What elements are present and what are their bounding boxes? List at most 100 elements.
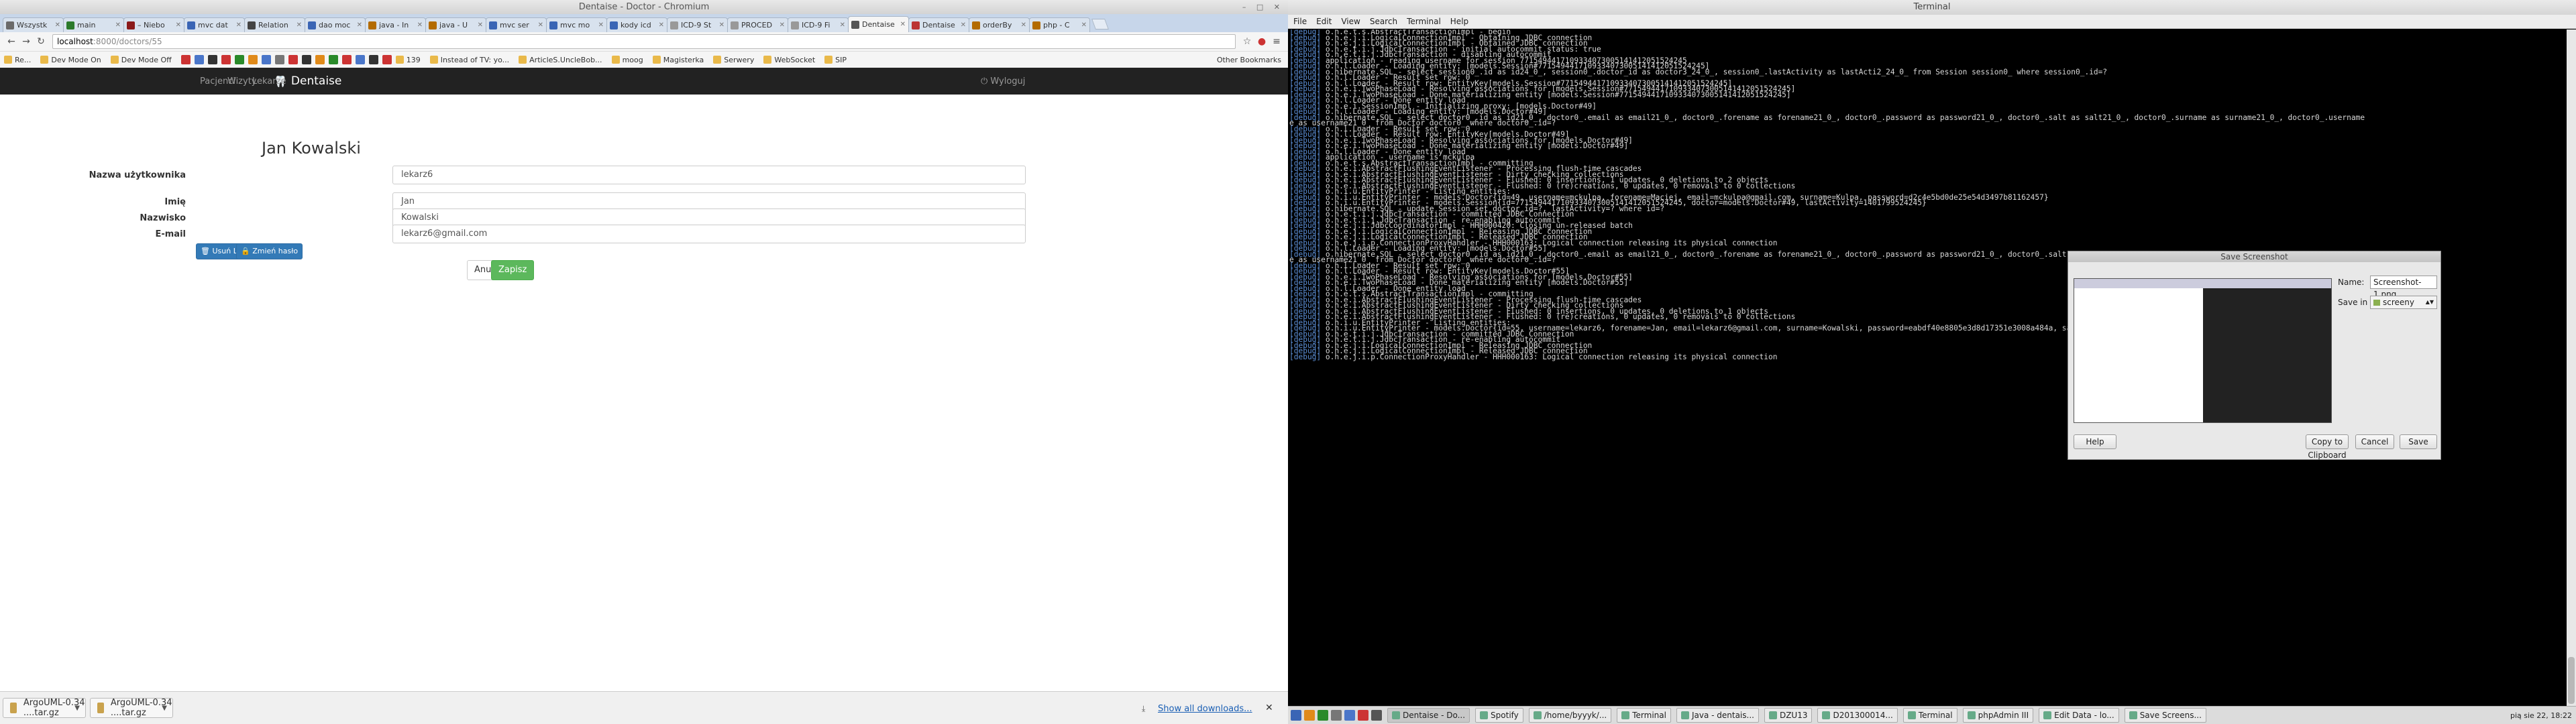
browser-tab[interactable]: Dentaise ✕ (848, 16, 909, 32)
bookmark-favicon-icon[interactable] (288, 55, 298, 64)
browser-tab[interactable]: orderBy ✕ (969, 17, 1030, 32)
quicklaunch-icon[interactable] (1304, 710, 1315, 721)
taskbar-task[interactable]: phpAdmin III (1962, 708, 2034, 723)
bookmark-item[interactable]: SIP (824, 56, 847, 64)
close-icon[interactable]: ✕ (719, 21, 724, 29)
taskbar-task[interactable]: Java - dentais... (1676, 708, 1759, 723)
bookmark-item[interactable]: Re... (4, 56, 31, 64)
close-icon[interactable]: ✕ (840, 21, 845, 29)
close-icon[interactable]: ✕ (961, 21, 966, 29)
folder-select[interactable]: screeny ▲▼ (2370, 296, 2437, 309)
quicklaunch-icon[interactable] (1344, 710, 1355, 721)
download-item[interactable]: ArgoUML-0.34 ....tar.gz ▼ (90, 698, 173, 718)
save-button[interactable]: Zapisz (491, 260, 535, 280)
download-item[interactable]: ArgoUML-0.34 ....tar.gz ▼ (3, 698, 86, 718)
bookmark-item[interactable]: WebSocket (763, 56, 815, 64)
new-tab-button[interactable] (1091, 19, 1109, 29)
show-all-downloads-link[interactable]: Show all downloads... (1158, 704, 1252, 714)
logout-link[interactable]: ⏻ Wyloguj (981, 76, 1025, 86)
adblock-icon[interactable]: ● (1254, 36, 1269, 47)
clock[interactable]: pią sie 22, 18:22 (2510, 711, 2572, 720)
terminal-menu-item[interactable]: View (1341, 17, 1360, 26)
bookmark-favicon-icon[interactable] (221, 55, 231, 64)
menu-icon[interactable]: ≡ (1269, 36, 1284, 47)
taskbar-task[interactable]: Edit Data - lo... (2039, 708, 2119, 723)
browser-tab[interactable]: kody icd ✕ (606, 17, 667, 32)
reload-icon[interactable]: ↻ (34, 36, 48, 47)
chevron-down-icon[interactable]: ▼ (162, 705, 167, 712)
close-icon[interactable]: ✕ (780, 21, 785, 29)
browser-tab[interactable]: java - U ✕ (425, 17, 486, 32)
close-icon[interactable]: ✕ (417, 21, 423, 29)
forward-icon[interactable]: → (19, 36, 34, 47)
close-icon[interactable]: ✕ (478, 21, 483, 29)
close-icon[interactable]: ✕ (1021, 21, 1026, 29)
bookmark-favicon-icon[interactable] (328, 55, 338, 64)
close-icon[interactable]: ✕ (115, 21, 121, 29)
taskbar-task[interactable]: DZU13 (1764, 708, 1813, 723)
taskbar-task[interactable]: Spotify (1475, 708, 1523, 723)
bookmark-favicon-icon[interactable] (194, 55, 204, 64)
quicklaunch-icon[interactable] (1291, 710, 1301, 721)
bookmark-favicon-icon[interactable] (234, 55, 244, 64)
bookmark-item[interactable]: Serwery (713, 56, 754, 64)
taskbar-task[interactable]: D201300014... (1817, 708, 1898, 723)
star-icon[interactable]: ☆ (1240, 36, 1254, 47)
bookmark-item[interactable]: 139 (395, 56, 421, 64)
terminal-menu-item[interactable]: Edit (1316, 17, 1332, 26)
bookmark-favicon-icon[interactable] (341, 55, 352, 64)
change-password-button[interactable]: 🔒 Zmień hasło (236, 243, 303, 259)
browser-tab[interactable]: mvc ser ✕ (486, 17, 547, 32)
nav-doctors[interactable]: Lekarze (252, 76, 286, 86)
quicklaunch-icon[interactable] (1358, 710, 1368, 721)
browser-tab[interactable]: ICD-9 St ✕ (667, 17, 728, 32)
terminal-menu-item[interactable]: Search (1370, 17, 1397, 26)
username-input[interactable]: lekarz6 (392, 166, 1026, 184)
bookmark-favicon-icon[interactable] (248, 55, 258, 64)
browser-tab[interactable]: main ✕ (63, 17, 124, 32)
email-input[interactable]: lekarz6@gmail.com (392, 225, 1026, 243)
chevron-down-icon[interactable]: ▼ (74, 705, 80, 712)
save-button[interactable]: Save (2400, 434, 2437, 449)
address-bar[interactable]: localhost:8000/doctors/55 (52, 34, 1236, 49)
bookmark-favicon-icon[interactable] (180, 55, 191, 64)
close-icon[interactable]: ✕ (538, 21, 543, 29)
taskbar-task[interactable]: Terminal (1617, 708, 1671, 723)
bookmark-item[interactable]: Magisterka (652, 56, 704, 64)
bookmark-item[interactable]: moog (611, 56, 643, 64)
close-icon[interactable]: ✕ (1265, 703, 1273, 713)
bookmark-item[interactable]: ArticleS.UncleBob... (519, 56, 602, 64)
close-icon[interactable]: ✕ (1081, 21, 1087, 29)
taskbar-task[interactable]: Save Screens... (2124, 708, 2206, 723)
close-icon[interactable]: ✕ (357, 21, 362, 29)
bookmark-favicon-icon[interactable] (207, 55, 217, 64)
browser-tab[interactable]: java - In ✕ (365, 17, 426, 32)
browser-tab[interactable]: Wszystk ✕ (3, 17, 64, 32)
quicklaunch-icon[interactable] (1331, 710, 1342, 721)
terminal-scrollbar[interactable] (2567, 29, 2576, 707)
bookmark-item[interactable]: Dev Mode Off (110, 56, 172, 64)
quicklaunch-icon[interactable] (1371, 710, 1382, 721)
cancel-button[interactable]: Cancel (2355, 434, 2394, 449)
close-icon[interactable]: ✕ (236, 21, 241, 29)
bookmark-favicon-icon[interactable] (355, 55, 365, 64)
terminal-menu-item[interactable]: Help (1450, 17, 1468, 26)
browser-tab[interactable]: Dentaise ✕ (908, 17, 969, 32)
browser-tab[interactable]: dao moc ✕ (305, 17, 366, 32)
bookmark-favicon-icon[interactable] (274, 55, 284, 64)
copy-to-clipboard-button[interactable]: Copy to Clipboard (2306, 434, 2349, 460)
browser-tab[interactable]: – Niebo ✕ (123, 17, 184, 32)
close-icon[interactable]: ✕ (900, 21, 906, 28)
bookmark-favicon-icon[interactable] (368, 55, 378, 64)
filename-input[interactable]: Screenshot-1.png (2370, 276, 2437, 299)
quicklaunch-icon[interactable] (1318, 710, 1328, 721)
browser-tab[interactable]: PROCED ✕ (727, 17, 788, 32)
taskbar-task[interactable]: Terminal (1902, 708, 1957, 723)
bookmark-item[interactable]: Dev Mode On (40, 56, 101, 64)
close-icon[interactable]: ✕ (55, 21, 60, 29)
close-icon[interactable]: ✕ (598, 21, 604, 29)
browser-tab[interactable]: Relation ✕ (244, 17, 305, 32)
close-icon[interactable]: ✕ (659, 21, 664, 29)
bookmark-favicon-icon[interactable] (261, 55, 271, 64)
help-button[interactable]: Help (2074, 434, 2116, 449)
